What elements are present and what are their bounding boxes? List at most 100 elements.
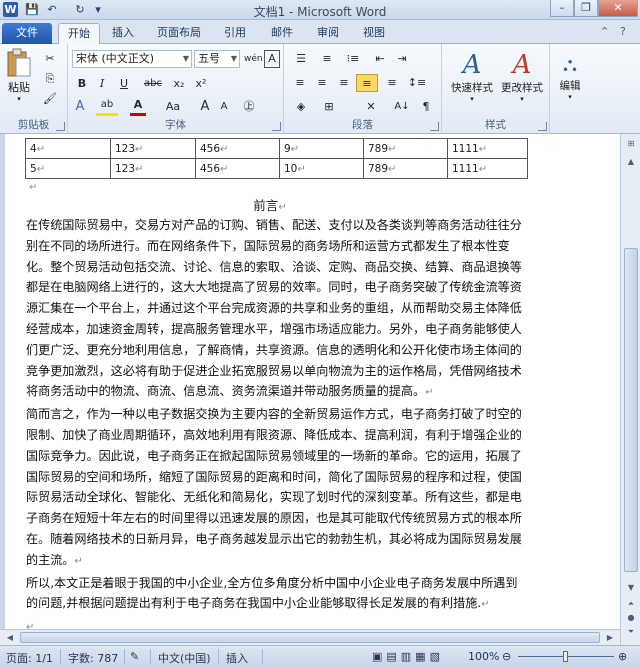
table-cell[interactable]: 1111↵ [447,158,528,179]
paragraph-dialog-launcher[interactable] [430,122,439,131]
paragraph-group: ☰ ≡ ⁝≡ ⇤ ⇥ ≡ ≡ ≡ ≡ ≡ ↕≡ ◈ ⊞ ✕ A↓ ¶ 段落 [284,44,442,134]
table-cell[interactable]: 1111↵ [447,138,528,159]
distributed-icon[interactable]: ≡ [382,74,402,92]
bold-button[interactable]: B [74,75,90,93]
scroll-left-icon[interactable]: ◀ [2,630,18,646]
align-left-icon[interactable]: ≡ [290,74,310,92]
tab-home[interactable]: 开始 [58,23,100,44]
page-count[interactable]: 页面: 1/1 [6,650,53,666]
quick-styles-button[interactable]: A 快速样式 ▾ [448,48,496,108]
table-cell[interactable]: 123↵ [110,158,196,179]
paste-button[interactable]: 粘贴 ▾ [4,48,34,103]
tab-references[interactable]: 引用 [216,23,254,44]
proofing-icon[interactable]: ✎ [130,650,139,663]
char-border-button[interactable]: A [264,50,280,68]
justify-icon[interactable]: ≡ [356,74,378,92]
scroll-up-icon[interactable]: ▲ [623,154,639,170]
table-cell[interactable]: 10↵ [279,158,364,179]
tab-view[interactable]: 视图 [355,23,393,44]
next-page-icon[interactable]: ⏷ [623,624,639,640]
multilevel-list-icon[interactable]: ⁝≡ [342,50,364,68]
line-spacing-icon[interactable]: ↕≡ [406,74,428,92]
align-center-icon[interactable]: ≡ [312,74,332,92]
change-case-button[interactable]: Aa [162,98,184,116]
scroll-right-icon[interactable]: ▶ [602,630,618,646]
change-styles-button[interactable]: A 更改样式 ▾ [498,48,546,108]
view-buttons[interactable]: ▣▤▥▦▧ [372,650,444,663]
tab-insert[interactable]: 插入 [104,23,142,44]
font-dialog-launcher[interactable] [272,122,281,131]
shading-icon[interactable]: ◈ [290,98,312,116]
zoom-slider-thumb[interactable] [563,651,568,662]
sort-button[interactable]: A↓ [392,98,412,116]
format-painter-icon[interactable]: 🖌 [42,90,58,108]
ribbon: 粘贴 ▾ ✂ ⎘ 🖌 剪贴板 宋体 (中文正文) ▼ 五号 ▼ wén A B … [0,44,640,134]
horizontal-scrollbar[interactable]: ◀ ▶ [0,629,620,645]
tab-mailings[interactable]: 邮件 [263,23,301,44]
subscript-button[interactable]: x₂ [170,75,188,93]
vertical-scroll-thumb[interactable] [624,248,638,572]
decrease-indent-icon[interactable]: ⇤ [370,50,390,68]
bullets-icon[interactable]: ☰ [290,50,312,68]
paragraph-mark: ↵ [74,555,83,567]
font-size-combo[interactable]: 五号 ▼ [194,50,240,68]
table-cell[interactable]: 789↵ [363,138,448,159]
vertical-scrollbar[interactable]: ⊞ ▲ ▼ ⏶ ● ⏷ [620,134,640,645]
tab-file[interactable]: 文件 [2,23,52,44]
borders-icon[interactable]: ⊞ [318,98,340,116]
minimize-ribbon-icon[interactable]: ⌃ [600,25,609,38]
document-page[interactable]: 4↵ 123↵ 456↵ 9↵ 789↵ 1111↵ 5↵ 123↵ 456↵ … [5,134,620,633]
grow-font-button[interactable]: A [196,98,214,116]
font-group: 宋体 (中文正文) ▼ 五号 ▼ wén A B I U abc x₂ x² A… [68,44,284,134]
insert-mode-status[interactable]: 插入 [226,650,248,666]
cut-icon[interactable]: ✂ [42,50,58,68]
enclose-char-button[interactable]: ㊤ [240,98,258,116]
close-button[interactable]: ✕ [598,0,638,17]
text-effects-icon[interactable]: A [72,98,88,116]
zoom-in-icon[interactable]: ⊕ [618,650,627,663]
chinese-layout-icon[interactable]: ✕ [360,98,382,116]
styles-dialog-launcher[interactable] [538,122,547,131]
language-status[interactable]: 中文(中国) [158,650,211,666]
numbering-icon[interactable]: ≡ [316,50,338,68]
minimize-button[interactable]: – [550,0,574,17]
word-count[interactable]: 字数: 787 [68,650,118,666]
italic-button[interactable]: I [94,75,110,93]
document-heading: 前言↵ [5,195,535,214]
help-icon[interactable]: ? [620,25,626,38]
tab-page-layout[interactable]: 页面布局 [150,23,208,44]
shrink-font-button[interactable]: A [216,98,232,116]
horizontal-scroll-thumb[interactable] [20,632,600,643]
pinyin-guide-button[interactable]: wén [244,50,263,68]
table-cell[interactable]: 456↵ [195,158,280,179]
table-cell[interactable]: 5↵ [25,158,111,179]
underline-button[interactable]: U [114,75,134,93]
clipboard-dialog-launcher[interactable] [56,122,65,131]
tab-review[interactable]: 审阅 [309,23,347,44]
scroll-down-icon[interactable]: ▼ [623,580,639,596]
cell-text: 456 [200,162,221,175]
table-cell[interactable]: 4↵ [25,138,111,159]
show-marks-button[interactable]: ¶ [418,98,434,116]
highlight-button[interactable]: ab [96,98,118,116]
table-cell[interactable]: 789↵ [363,158,448,179]
superscript-button[interactable]: x² [192,75,210,93]
change-styles-icon: A [512,50,532,80]
ruler-toggle-icon[interactable]: ⊞ [623,136,639,152]
zoom-out-icon[interactable]: ⊖ [502,650,511,663]
table-cell[interactable]: 123↵ [110,138,196,159]
table-cell[interactable]: 9↵ [279,138,364,159]
cell-text: 123 [115,162,136,175]
document-body[interactable]: 在传统国际贸易中，交易方对产品的订购、销售、配送、支付以及各类谈判等商务活动往往… [26,215,522,639]
increase-indent-icon[interactable]: ⇥ [392,50,412,68]
cell-end-mark: ↵ [36,163,46,175]
align-right-icon[interactable]: ≡ [334,74,354,92]
editing-button[interactable]: ⛬ 编辑 ▾ [554,48,586,108]
restore-button[interactable]: ❐ [574,0,598,17]
font-color-button[interactable]: A [130,98,146,116]
font-name-combo[interactable]: 宋体 (中文正文) ▼ [72,50,192,68]
copy-icon[interactable]: ⎘ [42,70,58,88]
table-cell[interactable]: 456↵ [195,138,280,159]
zoom-level[interactable]: 100% [468,650,499,663]
strikethrough-button[interactable]: abc [140,75,166,93]
